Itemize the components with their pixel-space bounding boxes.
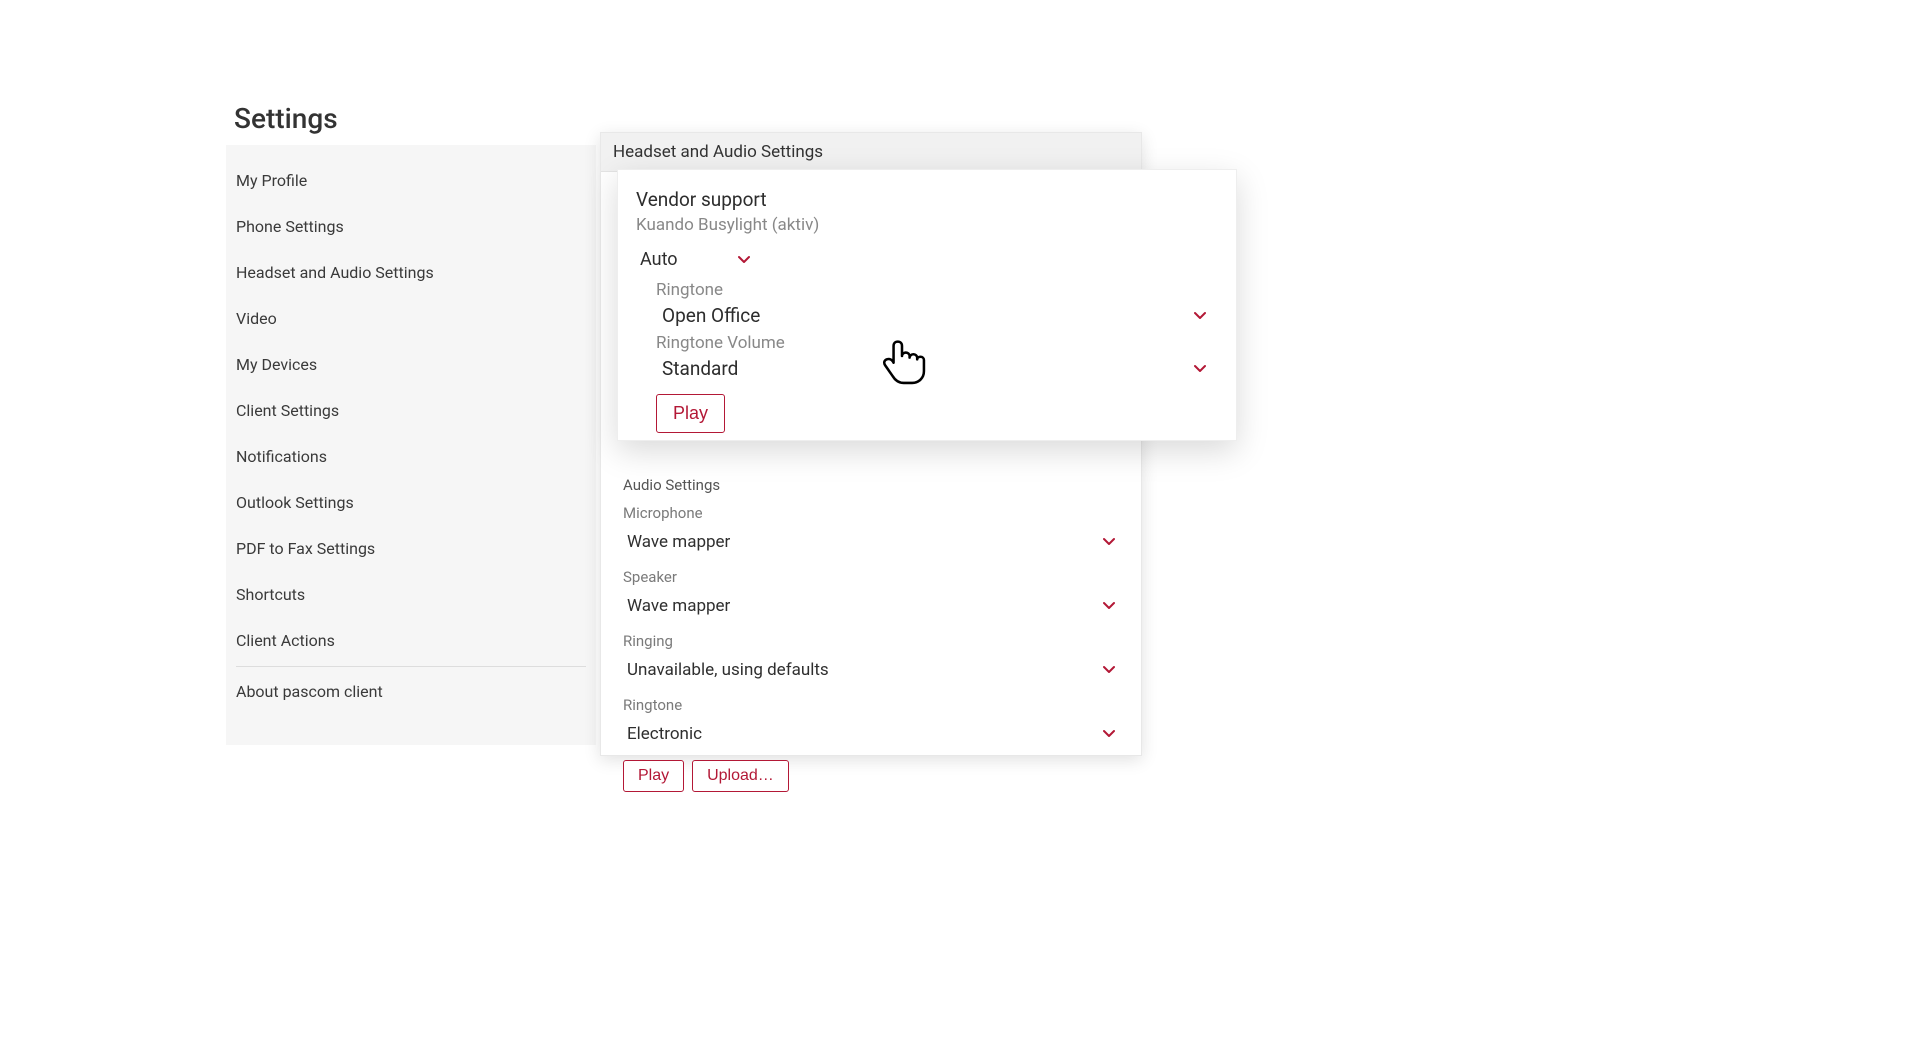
ringtone-dropdown[interactable]: Electronic <box>623 718 1119 750</box>
sidebar-item-about[interactable]: About pascom client <box>226 669 596 715</box>
speaker-label: Speaker <box>623 568 1119 586</box>
microphone-value: Wave mapper <box>627 532 730 552</box>
upload-button[interactable]: Upload… <box>692 760 789 792</box>
chevron-down-icon <box>1103 600 1115 612</box>
sidebar-item-outlook-settings[interactable]: Outlook Settings <box>226 480 596 526</box>
microphone-label: Microphone <box>623 504 1119 522</box>
ringing-value: Unavailable, using defaults <box>627 660 829 680</box>
overlay-ringtone-label: Ringtone <box>656 280 1212 300</box>
sidebar-divider <box>236 666 586 667</box>
chevron-down-icon <box>1103 536 1115 548</box>
ringtone-label: Ringtone <box>623 696 1119 714</box>
settings-sidebar: My Profile Phone Settings Headset and Au… <box>226 145 596 745</box>
chevron-down-icon <box>1103 664 1115 676</box>
speaker-value: Wave mapper <box>627 596 730 616</box>
pointer-hand-icon <box>874 334 930 388</box>
sidebar-item-client-settings[interactable]: Client Settings <box>226 388 596 434</box>
vendor-support-subtitle: Kuando Busylight (aktiv) <box>636 215 1212 235</box>
sidebar-item-phone-settings[interactable]: Phone Settings <box>226 204 596 250</box>
vendor-mode-dropdown[interactable]: Auto <box>636 247 754 272</box>
overlay-ringtone-value: Open Office <box>662 304 760 327</box>
sidebar-item-client-actions[interactable]: Client Actions <box>226 618 596 664</box>
ringtone-value: Electronic <box>627 724 702 744</box>
play-button[interactable]: Play <box>623 760 684 792</box>
page-title: Settings <box>234 102 338 135</box>
overlay-ringtone-dropdown[interactable]: Open Office <box>662 300 1206 331</box>
overlay-volume-value: Standard <box>662 357 738 380</box>
chevron-down-icon <box>1194 363 1206 375</box>
ringing-dropdown[interactable]: Unavailable, using defaults <box>623 654 1119 686</box>
vendor-support-overlay: Vendor support Kuando Busylight (aktiv) … <box>617 169 1237 441</box>
sidebar-item-pdf-fax-settings[interactable]: PDF to Fax Settings <box>226 526 596 572</box>
speaker-dropdown[interactable]: Wave mapper <box>623 590 1119 622</box>
sidebar-item-my-devices[interactable]: My Devices <box>226 342 596 388</box>
ringing-label: Ringing <box>623 632 1119 650</box>
chevron-down-icon <box>1194 310 1206 322</box>
sidebar-item-video[interactable]: Video <box>226 296 596 342</box>
sidebar-item-my-profile[interactable]: My Profile <box>226 158 596 204</box>
overlay-volume-label: Ringtone Volume <box>656 333 1212 353</box>
overlay-play-button[interactable]: Play <box>656 394 725 433</box>
panel-header: Headset and Audio Settings <box>601 133 1141 172</box>
chevron-down-icon <box>1103 728 1115 740</box>
microphone-dropdown[interactable]: Wave mapper <box>623 526 1119 558</box>
overlay-volume-dropdown[interactable]: Standard <box>662 353 1206 384</box>
sidebar-item-headset-audio[interactable]: Headset and Audio Settings <box>226 250 596 296</box>
vendor-mode-value: Auto <box>640 249 678 270</box>
sidebar-item-notifications[interactable]: Notifications <box>226 434 596 480</box>
sidebar-item-shortcuts[interactable]: Shortcuts <box>226 572 596 618</box>
audio-settings-heading: Audio Settings <box>623 476 1119 494</box>
vendor-support-title: Vendor support <box>636 188 1212 211</box>
chevron-down-icon <box>738 254 750 266</box>
